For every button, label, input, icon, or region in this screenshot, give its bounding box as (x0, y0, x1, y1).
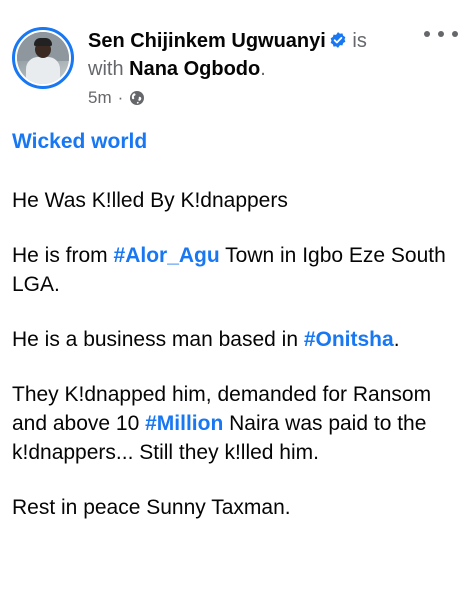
post-paragraph-origin: He is from #Alor_Agu Town in Igbo Eze So… (12, 244, 446, 296)
more-dot (424, 31, 430, 37)
post-time[interactable]: 5m (88, 88, 112, 108)
post-paragraph-ransom: They K!dnapped him, demanded for Ransom … (12, 383, 432, 464)
post-paragraph-business: He is a business man based in #Onitsha. (12, 328, 400, 351)
hashtag-alor-agu[interactable]: #Alor_Agu (114, 244, 220, 267)
post-body: Wicked world He Was K!lled By K!dnappers… (12, 127, 458, 548)
hashtag-million[interactable]: #Million (145, 412, 223, 435)
post-header: Sen Chijinkem Ugwuanyi is with Nana Ogbo… (12, 18, 458, 118)
tagged-name[interactable]: Nana Ogbodo (129, 58, 260, 80)
profile-avatar[interactable] (12, 27, 74, 89)
post-title: Wicked world (12, 130, 148, 153)
post-line-killed: He Was K!lled By K!dnappers (12, 189, 288, 212)
avatar-image (17, 32, 69, 84)
globe-icon[interactable] (129, 90, 145, 106)
more-dot (438, 31, 444, 37)
post-meta: 5m · (88, 88, 145, 108)
author-name[interactable]: Sen Chijinkem Ugwuanyi (88, 30, 326, 52)
verified-badge-icon (330, 32, 346, 48)
hashtag-onitsha[interactable]: #Onitsha (304, 328, 394, 351)
meta-separator: · (117, 88, 124, 107)
connector-is: is (352, 30, 367, 52)
more-options-icon[interactable] (424, 24, 458, 44)
author-line: Sen Chijinkem Ugwuanyi is with Nana Ogbo… (88, 27, 418, 83)
post-closing: Rest in peace Sunny Taxman. (12, 496, 291, 519)
connector-with: with (88, 58, 124, 80)
name-period: . (260, 58, 266, 80)
more-dot (452, 31, 458, 37)
